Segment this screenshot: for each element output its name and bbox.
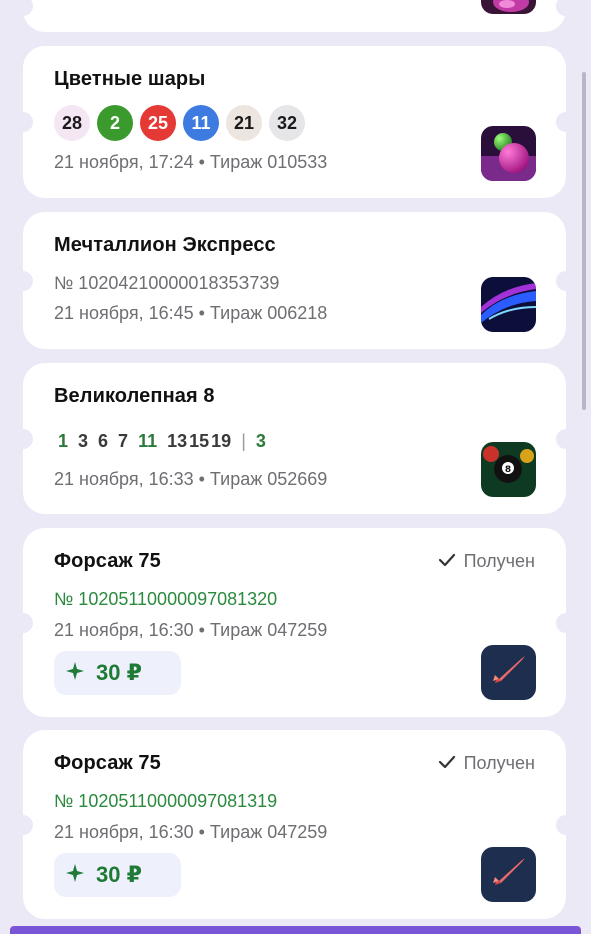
ticket-card-color-balls[interactable]: Цветные шары 28 2 25 11 21 32 21 ноября,…: [23, 46, 566, 198]
number: 11: [138, 431, 158, 451]
prize-status: Получен: [438, 551, 535, 572]
eight-ball-game-icon: 8: [481, 442, 536, 497]
status-label: Получен: [463, 753, 535, 773]
ticket-number: № 10205110000097081319: [54, 791, 278, 811]
ball: 25: [140, 105, 176, 141]
ticket-card-magnificent-8[interactable]: Великолепная 8 1 3 6 7 11 13 15 19 | 3 2…: [23, 363, 566, 514]
number: 15: [189, 431, 210, 451]
number: 3: [78, 431, 89, 451]
ticket-number: № 10205110000097081320: [54, 589, 278, 609]
rocket-game-icon: [481, 645, 536, 700]
ticket-card-mechtallion[interactable]: Мечталлион Экспресс № 1020421000001835З7…: [23, 212, 566, 349]
number: 13: [167, 431, 188, 451]
ticket-card-partial[interactable]: [23, 0, 566, 32]
ball: 11: [183, 105, 219, 141]
number: 6: [98, 431, 109, 451]
prize-status: Получен: [438, 753, 535, 774]
sparkle-icon: [66, 862, 84, 888]
bottom-panel-edge: [10, 926, 581, 934]
number: 1: [58, 431, 69, 451]
drawn-balls: 28 2 25 11 21 32: [54, 105, 305, 141]
svg-text:8: 8: [505, 465, 511, 475]
game-title: Цветные шары: [54, 68, 206, 90]
chosen-numbers: 1 3 6 7 11 13 15 19 | 3: [58, 431, 266, 452]
status-label: Получен: [463, 551, 535, 571]
color-balls-game-icon: [481, 126, 536, 181]
ball: 2: [97, 105, 133, 141]
scrollbar[interactable]: [582, 72, 586, 410]
separator: |: [241, 431, 246, 451]
draw-info: 21 ноября, 16:30 • Тираж 047259: [54, 620, 328, 640]
check-icon: [438, 551, 456, 572]
ball: 32: [269, 105, 305, 141]
check-icon: [438, 753, 456, 774]
sparkle-icon: [66, 660, 84, 686]
draw-info: 21 ноября, 16:33 • Тираж 052669: [54, 469, 328, 489]
extra-number: 3: [255, 431, 266, 451]
prize-amount: 30 ₽: [96, 660, 142, 685]
number: 19: [211, 431, 232, 451]
draw-info: 21 ноября, 16:45 • Тираж 006218: [54, 303, 328, 323]
game-title: Великолепная 8: [54, 385, 215, 407]
tickets-feed: Цветные шары 28 2 25 11 21 32 21 ноября,…: [0, 0, 591, 934]
prize-badge: 30 ₽: [54, 651, 181, 695]
ticket-number: № 1020421000001835З739: [54, 273, 280, 293]
rocket-game-icon: [481, 847, 536, 902]
game-title: Мечталлион Экспресс: [54, 234, 276, 256]
game-title: Форсаж 75: [54, 550, 161, 572]
prize-amount: 30 ₽: [96, 862, 142, 887]
ticket-card-forsazh-2[interactable]: Форсаж 75 Получен № 10205110000097081319…: [23, 730, 566, 919]
draw-info: 21 ноября, 17:24 • Тираж 010533: [54, 152, 328, 172]
express-train-game-icon: [481, 277, 536, 332]
prize-badge: 30 ₽: [54, 853, 181, 897]
game-title: Форсаж 75: [54, 752, 161, 774]
ball: 21: [226, 105, 262, 141]
draw-info: 21 ноября, 16:30 • Тираж 047259: [54, 822, 328, 842]
game-thumbnail-icon: [481, 0, 536, 14]
ball: 28: [54, 105, 90, 141]
number: 7: [118, 431, 129, 451]
ticket-card-forsazh-1[interactable]: Форсаж 75 Получен № 10205110000097081320…: [23, 528, 566, 717]
